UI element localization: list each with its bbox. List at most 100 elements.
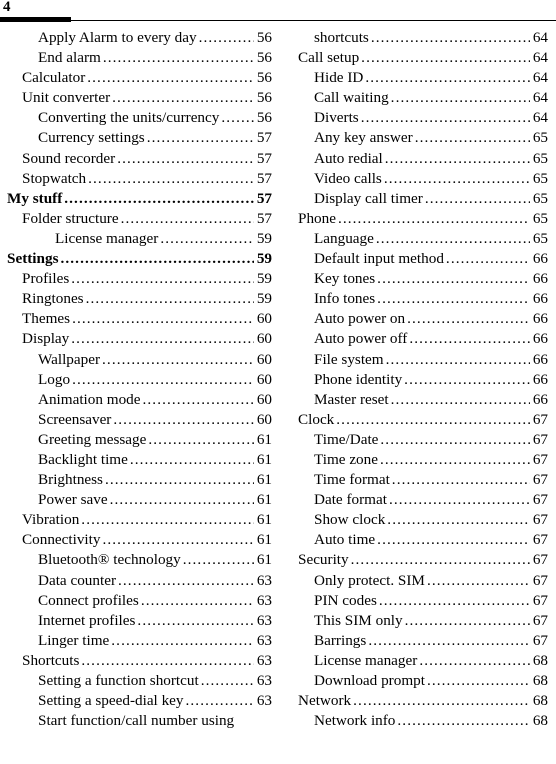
toc-leader-dots: ........................................… — [404, 370, 530, 388]
toc-entry-page-number: 61 — [256, 450, 272, 468]
toc-entry[interactable]: Language................................… — [278, 229, 548, 249]
toc-entry[interactable]: Themes..................................… — [2, 309, 272, 329]
toc-entry-label: Linger time — [38, 631, 110, 649]
toc-entry[interactable]: Start function/call number using........… — [2, 711, 272, 731]
toc-entry[interactable]: End alarm...............................… — [2, 48, 272, 68]
toc-entry[interactable]: Internet profiles.......................… — [2, 611, 272, 631]
toc-entry-label: Date format — [314, 491, 387, 509]
toc-entry[interactable]: Master reset............................… — [278, 390, 548, 410]
toc-entry-page-number: 64 — [532, 29, 548, 46]
toc-entry[interactable]: Stopwatch...............................… — [2, 169, 272, 189]
toc-entry[interactable]: Linger time.............................… — [2, 631, 272, 651]
toc-entry[interactable]: Barrings................................… — [278, 631, 548, 651]
toc-entry-page-number: 60 — [256, 350, 272, 368]
toc-entry[interactable]: Auto time...............................… — [278, 530, 548, 550]
toc-entry[interactable]: Phone identity..........................… — [278, 370, 548, 390]
toc-entry[interactable]: Default input method....................… — [278, 249, 548, 269]
toc-entry[interactable]: Sound recorder..........................… — [2, 149, 272, 169]
toc-entry[interactable]: Screensaver.............................… — [2, 410, 272, 430]
toc-entry[interactable]: Greeting message........................… — [2, 430, 272, 450]
toc-entry[interactable]: Calculator..............................… — [2, 68, 272, 88]
toc-entry[interactable]: Connectivity............................… — [2, 530, 272, 550]
toc-entry-page-number: 67 — [532, 491, 548, 509]
toc-entry[interactable]: Video calls.............................… — [278, 169, 548, 189]
toc-entry-label: Time/Date — [314, 430, 379, 448]
toc-entry-label: File system — [314, 350, 384, 368]
toc-entry[interactable]: Auto redial.............................… — [278, 149, 548, 169]
toc-entry[interactable]: Converting the units/currency...........… — [2, 108, 272, 128]
toc-entry[interactable]: Power save..............................… — [2, 490, 272, 510]
toc-entry[interactable]: Unit converter..........................… — [2, 88, 272, 108]
toc-entry[interactable]: Brightness..............................… — [2, 470, 272, 490]
toc-entry-page-number: 67 — [532, 410, 548, 428]
toc-entry[interactable]: Hide ID.................................… — [278, 68, 548, 88]
toc-entry[interactable]: Wallpaper...............................… — [2, 350, 272, 370]
toc-entry[interactable]: License manager.........................… — [278, 651, 548, 671]
toc-entry[interactable]: Date format.............................… — [278, 490, 548, 510]
toc-entry[interactable]: Logo....................................… — [2, 370, 272, 390]
toc-leader-dots: ........................................… — [104, 471, 254, 489]
toc-entry[interactable]: License manager.........................… — [2, 229, 272, 249]
toc-entry[interactable]: Data counter............................… — [2, 571, 272, 591]
toc-entry[interactable]: Display.................................… — [2, 329, 272, 349]
toc-entry[interactable]: Info tones..............................… — [278, 289, 548, 309]
toc-entry[interactable]: Call waiting............................… — [278, 88, 548, 108]
toc-entry[interactable]: Download prompt.........................… — [278, 671, 548, 691]
toc-entry-page-number: 61 — [256, 531, 272, 549]
toc-entry-label: Internet profiles — [38, 611, 136, 629]
toc-entry[interactable]: Apply Alarm to every day................… — [2, 28, 272, 48]
toc-entry-page-number: 63 — [256, 611, 272, 629]
toc-entry-label: Themes — [22, 310, 71, 328]
toc-entry-label: Data counter — [38, 571, 117, 589]
toc-entry[interactable]: Call setup..............................… — [278, 48, 548, 68]
toc-entry[interactable]: Security................................… — [278, 550, 548, 570]
toc-leader-dots: ........................................… — [146, 129, 254, 147]
toc-entry[interactable]: Folder structure........................… — [2, 209, 272, 229]
toc-entry[interactable]: Connect profiles........................… — [2, 591, 272, 611]
toc-entry-label: Auto time — [314, 531, 376, 549]
toc-entry-page-number: 57 — [256, 129, 272, 147]
toc-entry[interactable]: Animation mode..........................… — [2, 390, 272, 410]
toc-entry[interactable]: Shortcuts...............................… — [2, 651, 272, 671]
toc-entry[interactable]: Setting a speed-dial key................… — [2, 691, 272, 711]
toc-entry[interactable]: Time format.............................… — [278, 470, 548, 490]
toc-entry[interactable]: Settings................................… — [2, 249, 272, 269]
toc-entry[interactable]: Currency settings.......................… — [2, 128, 272, 148]
toc-entry[interactable]: Key tones...............................… — [278, 269, 548, 289]
toc-entry[interactable]: Network info............................… — [278, 711, 548, 731]
toc-leader-dots: ........................................… — [391, 471, 530, 489]
toc-entry[interactable]: Diverts.................................… — [278, 108, 548, 128]
toc-entry[interactable]: Time/Date...............................… — [278, 430, 548, 450]
toc-entry[interactable]: Bluetooth® technology...................… — [2, 550, 272, 570]
toc-entry[interactable]: Ringtones...............................… — [2, 289, 272, 309]
toc-entry[interactable]: Setting a function shortcut.............… — [2, 671, 272, 691]
toc-entry[interactable]: shortcuts...............................… — [278, 28, 548, 48]
toc-entry[interactable]: Backlight time..........................… — [2, 450, 272, 470]
toc-entry[interactable]: Clock...................................… — [278, 410, 548, 430]
toc-entry-label: Default input method — [314, 250, 444, 268]
toc-entry[interactable]: Auto power off..........................… — [278, 329, 548, 349]
toc-entry[interactable]: Only protect. SIM.......................… — [278, 571, 548, 591]
toc-entry[interactable]: My stuff................................… — [2, 189, 272, 209]
toc-entry-page-number: 63 — [256, 692, 272, 710]
toc-entry-page-number: 59 — [256, 290, 272, 308]
toc-entry[interactable]: Vibration...............................… — [2, 510, 272, 530]
toc-leader-dots: ........................................… — [377, 290, 530, 308]
toc-leader-dots: ........................................… — [72, 370, 254, 388]
toc-entry[interactable]: PIN codes...............................… — [278, 591, 548, 611]
toc-entry[interactable]: Profiles................................… — [2, 269, 272, 289]
toc-entry[interactable]: Phone...................................… — [278, 209, 548, 229]
toc-leader-dots: ........................................… — [379, 450, 530, 468]
toc-entry[interactable]: Display call timer......................… — [278, 189, 548, 209]
toc-entry[interactable]: Time zone...............................… — [278, 450, 548, 470]
toc-entry[interactable]: File system.............................… — [278, 350, 548, 370]
toc-entry[interactable]: Show clock..............................… — [278, 510, 548, 530]
toc-entry[interactable]: Network.................................… — [278, 691, 548, 711]
toc-entry-page-number: 56 — [256, 69, 272, 87]
toc-entry-page-number: 67 — [532, 571, 548, 589]
toc-entry[interactable]: Any key answer..........................… — [278, 128, 548, 148]
toc-entry-label: Start function/call number using — [38, 712, 235, 730]
toc-entry[interactable]: Auto power on...........................… — [278, 309, 548, 329]
toc-leader-dots: ........................................… — [64, 189, 254, 207]
toc-entry[interactable]: This SIM only...........................… — [278, 611, 548, 631]
